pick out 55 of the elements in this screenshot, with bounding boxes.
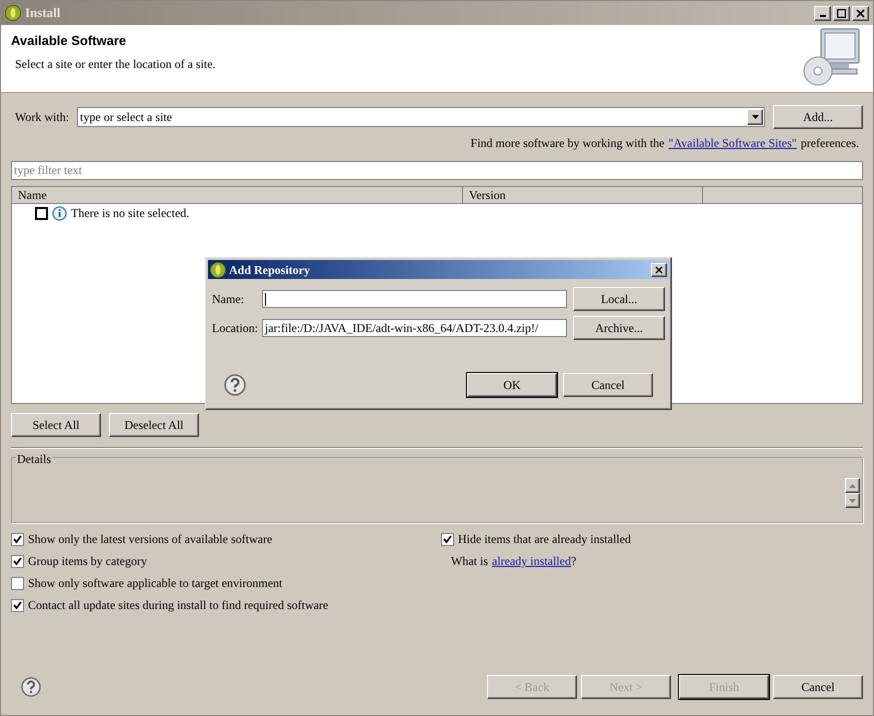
column-header[interactable]: Version [463,187,703,203]
dialog-button[interactable]: OK [467,373,557,397]
selection-button[interactable]: Deselect All [109,413,199,437]
checkbox[interactable] [11,598,24,612]
app-logo-icon [210,262,226,278]
app-logo-icon [5,5,21,21]
maximize-button[interactable] [833,6,850,20]
window-title: Install [25,4,60,22]
column-header[interactable]: Name [12,187,463,203]
dialog-button[interactable]: Cancel [563,373,653,397]
page-title: Available Software [11,32,128,50]
browse-button[interactable]: Archive... [573,316,665,340]
row-checkbox[interactable] [35,206,48,220]
help-icon[interactable] [224,374,246,396]
checkbox[interactable] [11,554,24,568]
work-with-label: Work with: [15,109,70,126]
scroll-down-icon[interactable] [845,493,860,508]
row-text: There is no site selected. [71,205,190,222]
add-button[interactable]: Add... [773,105,863,129]
option-label: Contact all update sites during install to find required software [28,597,328,614]
option-label: Show only software applicable to target environment [28,575,282,592]
checkbox[interactable] [11,532,24,546]
checkbox[interactable] [441,532,454,546]
hint-suffix: preferences. [800,135,859,152]
maximize-icon [837,8,846,18]
close-button[interactable] [852,6,869,20]
scroll-up-icon[interactable] [845,478,860,493]
text-cursor [264,292,266,306]
option-label: Show only the latest versions of available software [28,531,272,548]
option-label: Group items by category [28,553,147,570]
available-sites-link[interactable]: "Available Software Sites" [668,134,797,152]
filter-field[interactable]: type filter text [11,161,863,180]
close-icon [655,266,663,274]
close-icon [856,8,865,18]
close-button[interactable] [651,262,667,276]
field-value: jar:file:/D:/JAVA_IDE/adt-win-x86_64/ADT-23.0.4.zip!/ [264,320,538,337]
field-label: Location: [212,320,259,337]
text-field[interactable]: jar:file:/D:/JAVA_IDE/adt-win-x86_64/ADT-23.0.4.zip!/ [262,319,568,337]
page-description: Select a site or enter the location of a site. [15,56,216,72]
wizard-button[interactable]: Cancel [773,675,863,699]
already-installed-link[interactable]: already installed [492,552,571,570]
text-field[interactable] [262,290,568,308]
browse-button[interactable]: Local... [573,287,665,311]
installed-hint-suffix: ? [570,553,576,570]
minimize-icon [820,15,826,17]
dialog-title: Add Repository [229,262,310,278]
hint-text: Find more software by working with the [470,135,664,152]
minimize-button[interactable] [814,6,831,20]
installed-hint-text: What is [451,553,488,570]
info-icon [52,206,67,220]
checkbox[interactable] [11,576,24,590]
help-icon[interactable] [21,677,41,697]
field-label: Name: [212,291,245,308]
option-label: Hide items that are already installed [458,531,631,548]
selection-button[interactable]: Select All [11,413,101,437]
